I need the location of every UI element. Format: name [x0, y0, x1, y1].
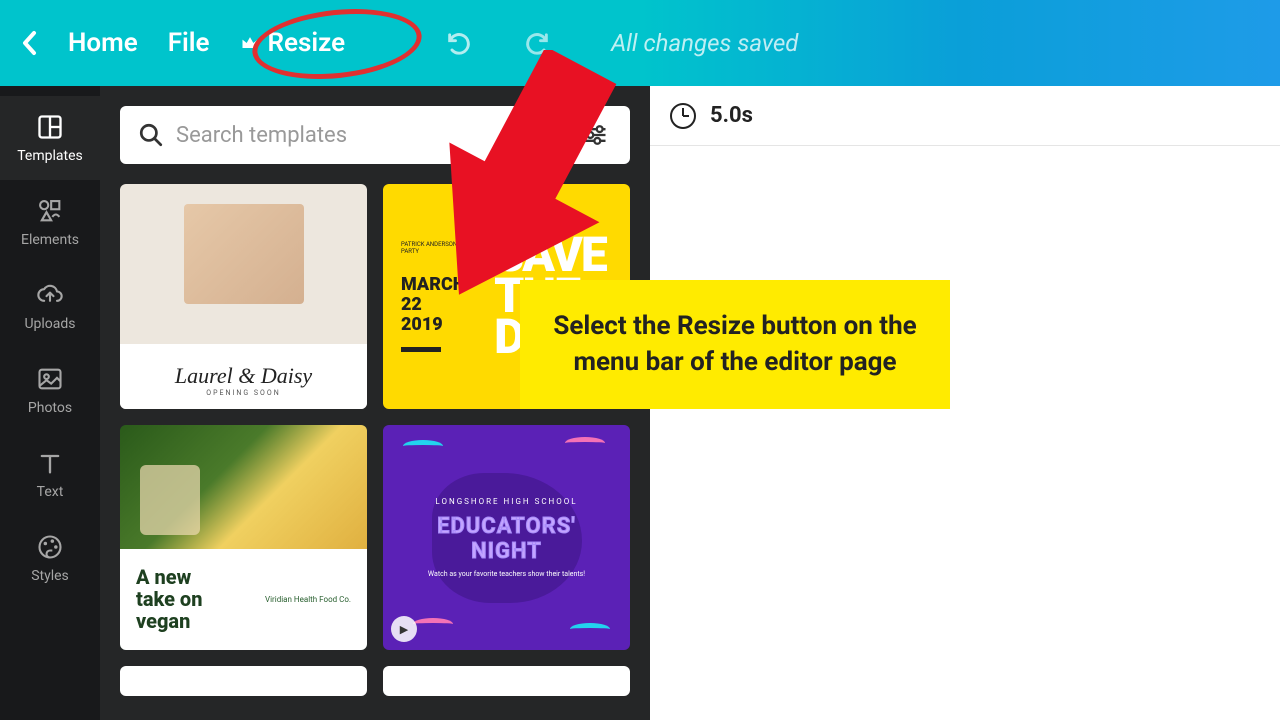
sidebar-label: Templates — [17, 148, 83, 164]
redo-button[interactable] — [513, 29, 561, 57]
styles-icon — [35, 532, 65, 562]
filter-button[interactable] — [560, 106, 630, 164]
sidebar-item-uploads[interactable]: Uploads — [0, 264, 100, 348]
file-menu[interactable]: File — [168, 28, 210, 58]
templates-icon — [35, 112, 65, 142]
template-card[interactable] — [383, 666, 630, 696]
side-rail: Templates Elements Uploads Photos Text — [0, 86, 100, 720]
template-title: Laurel & Daisy — [175, 363, 312, 389]
template-card[interactable]: LONGSHORE HIGH SCHOOL EDUCATORS' NIGHT W… — [383, 425, 630, 650]
sidebar-label: Photos — [28, 400, 72, 416]
annotation-callout: Select the Resize button on the menu bar… — [520, 280, 950, 409]
text-icon — [35, 448, 65, 478]
play-icon: ▶ — [391, 616, 417, 642]
canvas-toolbar: 5.0s — [650, 86, 1280, 146]
home-button[interactable]: Home — [68, 28, 138, 58]
sidebar-item-text[interactable]: Text — [0, 432, 100, 516]
crown-icon — [240, 33, 260, 53]
sidebar-label: Uploads — [24, 316, 75, 332]
photos-icon — [35, 364, 65, 394]
sidebar-item-photos[interactable]: Photos — [0, 348, 100, 432]
search-icon — [138, 122, 164, 148]
back-button[interactable] — [20, 29, 38, 57]
template-card[interactable] — [120, 666, 367, 696]
duration-button[interactable]: 5.0s — [710, 103, 753, 128]
template-card[interactable]: Laurel & Daisy OPENING SOON — [120, 184, 367, 409]
top-menu-bar: Home File Resize All changes saved — [0, 0, 1280, 86]
resize-button[interactable]: Resize — [240, 28, 346, 58]
sidebar-label: Elements — [21, 232, 79, 248]
sidebar-item-elements[interactable]: Elements — [0, 180, 100, 264]
sidebar-item-styles[interactable]: Styles — [0, 516, 100, 600]
search-input[interactable] — [176, 123, 532, 148]
save-status: All changes saved — [611, 29, 798, 57]
sidebar-item-templates[interactable]: Templates — [0, 96, 100, 180]
clock-icon — [670, 103, 696, 129]
undo-button[interactable] — [435, 29, 483, 57]
elements-icon — [35, 196, 65, 226]
sidebar-label: Styles — [31, 568, 69, 584]
template-sub: OPENING SOON — [206, 389, 280, 397]
resize-label: Resize — [268, 28, 346, 58]
uploads-icon — [35, 280, 65, 310]
template-card[interactable]: A newtake onvegan Viridian Health Food C… — [120, 425, 367, 650]
sliders-icon — [581, 121, 609, 149]
sidebar-label: Text — [37, 484, 64, 500]
search-box[interactable] — [120, 106, 550, 164]
